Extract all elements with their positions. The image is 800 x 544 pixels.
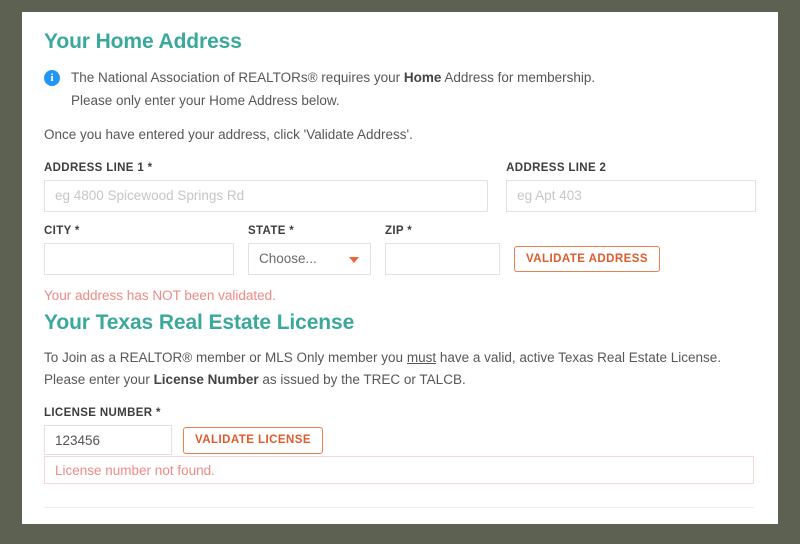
- info-prefix: The National Association of REALTORs® re…: [71, 70, 404, 85]
- address-lines-row: ADDRESS LINE 1 * ADDRESS LINE 2: [44, 162, 756, 212]
- address-line-1-group: ADDRESS LINE 1 *: [44, 161, 489, 212]
- address-line-2-group: ADDRESS LINE 2: [506, 162, 756, 212]
- license-para-must: must: [406, 349, 437, 365]
- address-line-2-input[interactable]: [506, 179, 756, 212]
- zip-label: ZIP *: [385, 224, 413, 237]
- info-bold-home: Home: [403, 70, 442, 85]
- state-select[interactable]: Choose...: [248, 242, 371, 275]
- license-para-2a: Please enter your: [44, 371, 154, 387]
- address-line-1-label: ADDRESS LINE 1 *: [44, 161, 153, 174]
- state-group: STATE * Choose...: [248, 225, 371, 275]
- validate-address-button[interactable]: VALIDATE ADDRESS: [514, 245, 660, 272]
- city-input[interactable]: [44, 242, 234, 275]
- state-select-value: Choose...: [259, 251, 317, 267]
- page-title: Your Home Address: [44, 30, 242, 53]
- info-underlined-line: Please only enter your Home Address belo…: [71, 91, 756, 112]
- home-address-only-note: Please only enter your Home Address belo…: [71, 92, 340, 108]
- license-para-1a: To Join as a REALTOR® member or MLS Only…: [44, 349, 407, 365]
- address-line-2-label: ADDRESS LINE 2: [506, 161, 607, 174]
- license-error-text: License number not found.: [55, 462, 215, 478]
- city-label: CITY *: [44, 224, 80, 237]
- validate-license-button[interactable]: VALIDATE LICENSE: [183, 426, 324, 454]
- address-validation-error: Your address has NOT been validated.: [44, 287, 276, 303]
- form-card: Your Home Address i The National Associa…: [22, 12, 778, 524]
- chevron-down-icon: [349, 256, 359, 263]
- license-number-label: LICENSE NUMBER *: [44, 407, 161, 420]
- info-suffix: Address for membership.: [441, 70, 596, 85]
- validate-instruction: Once you have entered your address, clic…: [44, 126, 413, 142]
- form-content: Your Home Address i The National Associa…: [22, 12, 778, 524]
- info-message: i The National Association of REALTORs® …: [44, 68, 756, 89]
- license-para-2b: as issued by the TREC or TALCB.: [258, 371, 466, 387]
- license-validation-error: License number not found.: [44, 456, 754, 485]
- city-state-zip-row: CITY * STATE * Choose... ZIP * VALIDATE …: [44, 225, 756, 275]
- license-number-input[interactable]: [44, 425, 172, 456]
- info-message-text: The National Association of REALTORs® re…: [71, 68, 756, 89]
- info-circle-icon: i: [44, 70, 60, 86]
- license-description: To Join as a REALTOR® member or MLS Only…: [44, 347, 756, 391]
- license-number-group: [44, 425, 172, 456]
- city-group: CITY *: [44, 225, 234, 275]
- license-para-bold: License Number: [153, 371, 259, 387]
- footer-divider: [44, 507, 754, 509]
- license-para-1b: have a valid, active Texas Real Estate L…: [436, 349, 722, 365]
- state-label: STATE *: [248, 224, 295, 237]
- zip-input[interactable]: [385, 242, 500, 275]
- license-input-row: VALIDATE LICENSE: [44, 425, 756, 456]
- license-section-title: Your Texas Real Estate License: [44, 310, 355, 334]
- address-line-1-input[interactable]: [44, 179, 489, 212]
- zip-group: ZIP *: [385, 225, 500, 275]
